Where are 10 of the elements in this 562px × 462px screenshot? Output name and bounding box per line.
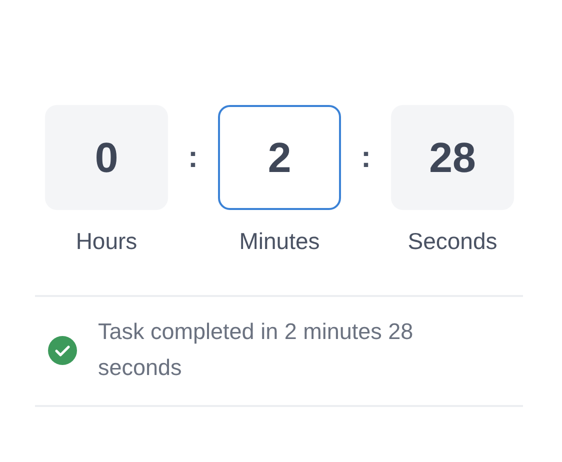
status-message: Task completed in 2 minutes 28 seconds — [98, 318, 414, 382]
time-label: Minutes — [239, 228, 320, 255]
time-label: Hours — [76, 228, 138, 255]
time-field[interactable]: 28 — [391, 105, 514, 210]
colon-separator: : — [188, 140, 198, 174]
time-field[interactable]: 0 — [45, 105, 168, 210]
time-label: Seconds — [408, 228, 498, 255]
check-circle-icon — [48, 336, 77, 364]
colon-separator: : — [361, 140, 371, 174]
time-field[interactable]: 2 — [218, 105, 341, 210]
